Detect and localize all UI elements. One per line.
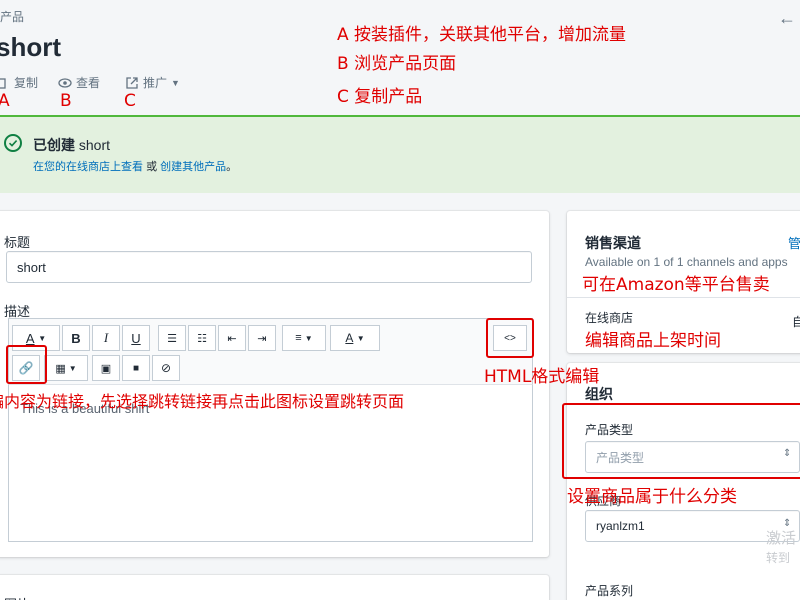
media-card-label: 图片: [4, 594, 30, 600]
sales-channels-subtitle: Available on 1 of 1 channels and apps: [585, 255, 788, 269]
activation-watermark: 激活: [766, 530, 797, 547]
copy-label: 复制: [14, 76, 39, 90]
view-label: 查看: [76, 76, 101, 90]
bold-button[interactable]: B: [62, 325, 90, 351]
manage-channels-link[interactable]: 管: [788, 233, 800, 252]
html-button-highlight: [486, 318, 534, 358]
back-arrow-icon[interactable]: ←: [778, 8, 796, 29]
indent-button[interactable]: ⇥: [248, 325, 276, 351]
annotation-letter-b: B: [60, 91, 72, 111]
outdent-button[interactable]: ⇤: [218, 325, 246, 351]
numbered-list-button[interactable]: ☷: [188, 325, 216, 351]
annotation-letter-a: A: [0, 91, 10, 111]
view-in-store-link[interactable]: 在您的在线商店上查看: [33, 161, 143, 173]
external-link-icon: [126, 76, 138, 89]
link-button-highlight: [6, 345, 47, 384]
annotation-category-note: 设置商品属于什么分类: [567, 487, 737, 507]
annotation-letter-c: C: [124, 91, 136, 111]
table-button[interactable]: ▦ ▼: [44, 355, 88, 381]
promote-button[interactable]: 推广 ▼: [125, 74, 180, 91]
create-another-link[interactable]: 创建其他产品: [160, 161, 226, 173]
banner-or: 或: [146, 161, 158, 173]
annotation-note-b: B 浏览产品页面: [337, 54, 457, 74]
banner-title: 已创建 short: [33, 135, 110, 155]
copy-icon: [0, 77, 6, 89]
page-title: short: [0, 32, 61, 62]
copy-button[interactable]: 复制: [0, 74, 38, 91]
promote-label: 推广: [143, 76, 168, 90]
text-color-button[interactable]: A ▼: [330, 325, 380, 351]
banner-period: 。: [226, 161, 238, 173]
annotation-schedule-note: 编辑商品上架时间: [585, 331, 721, 351]
product-type-highlight: [562, 403, 800, 479]
channels-divider: [567, 297, 800, 298]
clear-format-icon[interactable]: ⊘: [152, 355, 180, 381]
annotation-amazon-note: 可在Amazon等平台售卖: [582, 275, 770, 295]
underline-button[interactable]: U: [122, 325, 150, 351]
title-label: 标题: [4, 235, 31, 250]
image-icon[interactable]: ▣: [92, 355, 120, 381]
collection-label: 产品系列: [585, 584, 634, 598]
activation-watermark-sub: 转到: [766, 551, 791, 565]
check-circle-icon: [4, 134, 22, 152]
bullet-list-button[interactable]: ☰: [158, 325, 186, 351]
success-banner: [0, 117, 800, 193]
banner-text: 在您的在线商店上查看 或 创建其他产品。: [33, 158, 237, 174]
media-card: [0, 575, 549, 600]
align-button[interactable]: ≡ ▼: [282, 325, 326, 351]
eye-icon: [58, 77, 72, 88]
title-input[interactable]: short: [6, 251, 532, 283]
caret-down-icon: ▼: [171, 77, 180, 88]
annotation-note-c: C 复制产品: [337, 87, 423, 107]
banner-title-name: short: [78, 137, 111, 153]
breadcrumb[interactable]: 产品: [0, 8, 24, 25]
online-store-label: 在线商店: [585, 311, 634, 325]
annotation-link-note: 编内容为链接，先选择跳转链接再点击此图标设置跳转页面: [0, 392, 405, 411]
sales-channels-title: 销售渠道: [585, 235, 641, 251]
video-icon[interactable]: ■: [122, 355, 150, 381]
banner-title-prefix: 已创建: [33, 137, 75, 153]
italic-button[interactable]: I: [92, 325, 120, 351]
annotation-note-a: A 按装插件，关联其他平台，增加流量: [337, 25, 627, 45]
organization-title: 组织: [585, 386, 613, 402]
annotation-html-note: HTML格式编辑: [484, 367, 600, 387]
online-store-tail[interactable]: 自: [792, 313, 800, 330]
view-button[interactable]: 查看: [58, 74, 100, 91]
